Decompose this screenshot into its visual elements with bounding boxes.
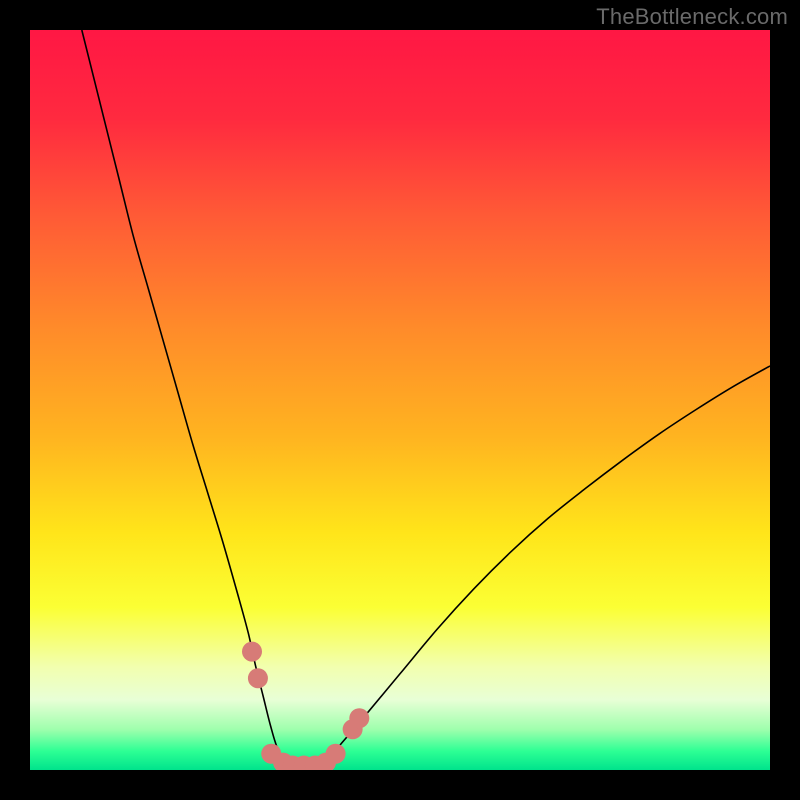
highlight-dot xyxy=(326,744,346,764)
watermark-text: TheBottleneck.com xyxy=(596,4,788,30)
highlight-dot xyxy=(242,642,262,662)
highlight-dot xyxy=(349,708,369,728)
chart-frame: TheBottleneck.com xyxy=(0,0,800,800)
chart-svg xyxy=(30,30,770,770)
plot-area xyxy=(30,30,770,770)
highlight-dot xyxy=(248,668,268,688)
chart-background xyxy=(30,30,770,770)
